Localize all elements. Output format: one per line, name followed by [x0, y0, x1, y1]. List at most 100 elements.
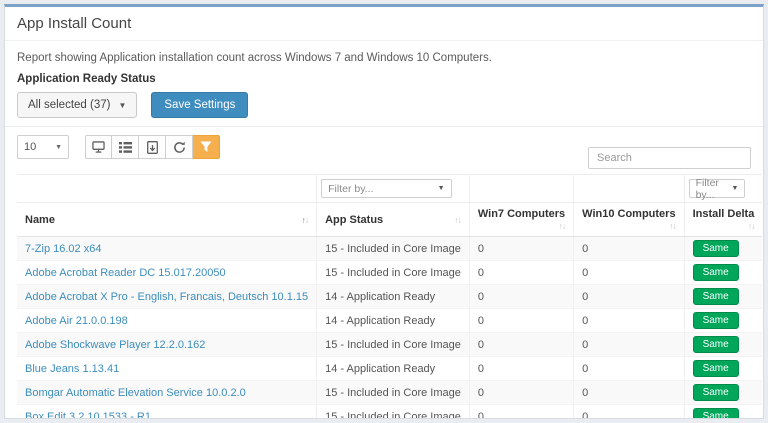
win10-count-cell: 0	[573, 356, 685, 381]
app-name-cell: 7-Zip 16.02 x64	[17, 236, 318, 261]
monitor-icon	[92, 141, 105, 153]
win7-count-cell: 0	[469, 308, 575, 333]
header-row: Name ↑↓ App Status ↑↓ Win7 Computers ↑↓ …	[17, 202, 763, 237]
filter-placeholder: Filter by...	[328, 182, 374, 195]
app-name-link[interactable]: Adobe Air 21.0.0.198	[25, 315, 128, 327]
column-header-install-delta[interactable]: Install Delta ↑↓	[684, 202, 763, 237]
apps-table: Filter by... ▼ Filter by... ▼ Name ↑↓ Ap…	[17, 174, 763, 419]
app-status-cell: 14 - Application Ready	[316, 308, 470, 333]
install-delta-cell: Same	[684, 333, 762, 357]
refresh-icon	[173, 141, 186, 154]
app-name-cell: Box Edit 3.2.10.1533 - R1	[17, 404, 318, 419]
install-delta-badge: Same	[692, 360, 739, 377]
install-delta-cell: Same	[684, 237, 762, 261]
chevron-down-icon: ▼	[437, 185, 445, 192]
app-name-link[interactable]: Blue Jeans 1.13.41	[25, 363, 119, 375]
win10-count-cell: 0	[573, 236, 685, 261]
report-panel: App Install Count Report showing Applica…	[4, 4, 764, 419]
app-status-cell: 14 - Application Ready	[316, 284, 470, 309]
install-delta-badge: Same	[692, 288, 739, 305]
app-name-link[interactable]: 7-Zip 16.02 x64	[25, 243, 101, 255]
filter-row: Filter by... ▼ Filter by... ▼	[17, 174, 763, 203]
page-size-select[interactable]: 10 ▼	[17, 135, 69, 159]
column-header-win10[interactable]: Win10 Computers ↑↓	[573, 202, 685, 237]
install-delta-badge: Same	[692, 312, 739, 329]
column-header-app-status[interactable]: App Status ↑↓	[316, 202, 470, 237]
sort-icon: ↑↓	[301, 214, 309, 225]
filter-toggle-button[interactable]	[193, 135, 220, 159]
sort-icon: ↑↓	[454, 214, 461, 225]
ready-status-label: Application Ready Status	[17, 73, 156, 85]
app-name-cell: Blue Jeans 1.13.41	[17, 356, 318, 381]
display-view-button[interactable]	[85, 135, 112, 159]
app-name-link[interactable]: Adobe Acrobat Reader DC 15.017.20050	[25, 267, 226, 279]
refresh-button[interactable]	[166, 135, 193, 159]
win7-filter-cell	[469, 174, 575, 203]
app-name-cell: Adobe Air 21.0.0.198	[17, 308, 318, 333]
win10-count-cell: 0	[573, 284, 685, 309]
win7-count-cell: 0	[469, 356, 575, 381]
install-delta-cell: Same	[684, 357, 762, 381]
table-row: Bomgar Automatic Elevation Service 10.0.…	[17, 380, 763, 405]
win10-count-cell: 0	[573, 404, 685, 418]
chevron-down-icon: ▼	[731, 185, 739, 192]
app-status-filter-select[interactable]: Filter by... ▼	[321, 179, 452, 198]
table-row: Adobe Shockwave Player 12.2.0.162 15 - In…	[17, 332, 763, 357]
page-title: App Install Count	[5, 7, 763, 41]
win10-count-cell: 0	[573, 380, 685, 405]
search-input[interactable]	[588, 147, 751, 169]
install-delta-badge: Same	[692, 384, 739, 401]
app-name-link[interactable]: Adobe Shockwave Player 12.2.0.162	[25, 339, 205, 351]
column-header-win7[interactable]: Win7 Computers ↑↓	[469, 202, 575, 237]
install-delta-cell: Same	[684, 285, 762, 309]
column-visibility-button[interactable]	[112, 135, 139, 159]
app-status-cell: 15 - Included in Core Image	[316, 332, 470, 357]
app-status-cell: 15 - Included in Core Image	[316, 380, 470, 405]
name-filter-cell	[17, 174, 318, 203]
table-tools-group	[85, 135, 220, 159]
save-settings-button[interactable]: Save Settings	[151, 92, 249, 118]
app-name-cell: Adobe Shockwave Player 12.2.0.162	[17, 332, 318, 357]
win10-count-cell: 0	[573, 308, 685, 333]
install-delta-badge: Same	[692, 408, 739, 418]
filter-placeholder: Filter by...	[695, 176, 719, 201]
win7-count-cell: 0	[469, 260, 575, 285]
chevron-down-icon: ▼	[118, 100, 127, 110]
section-divider	[5, 126, 763, 127]
app-name-cell: Bomgar Automatic Elevation Service 10.0.…	[17, 380, 318, 405]
ready-status-dropdown[interactable]: All selected (37) ▼	[17, 92, 138, 118]
app-status-cell: 15 - Included in Core Image	[316, 260, 470, 285]
app-name-link[interactable]: Box Edit 3.2.10.1533 - R1	[25, 411, 151, 419]
app-name-link[interactable]: Bomgar Automatic Elevation Service 10.0.…	[25, 387, 246, 399]
win10-filter-cell	[573, 174, 685, 203]
sort-icon: ↑↓	[669, 221, 676, 231]
sort-icon: ↑↓	[558, 221, 566, 231]
filter-icon	[200, 141, 212, 153]
ready-status-value: All selected (37)	[28, 99, 111, 111]
file-export-icon	[146, 140, 158, 154]
report-description: Report showing Application installation …	[17, 52, 492, 64]
app-name-link[interactable]: Adobe Acrobat X Pro - English, Francais,…	[25, 291, 308, 303]
app-status-cell: 15 - Included in Core Image	[316, 236, 470, 261]
install-delta-cell: Same	[684, 381, 762, 405]
install-delta-cell: Same	[684, 261, 762, 285]
install-delta-cell: Same	[684, 405, 762, 418]
win7-count-cell: 0	[469, 404, 575, 418]
install-delta-badge: Same	[692, 240, 739, 257]
win7-count-cell: 0	[469, 284, 575, 309]
win7-count-cell: 0	[469, 332, 575, 357]
column-header-name[interactable]: Name ↑↓	[17, 202, 318, 237]
app-status-cell: 15 - Included in Core Image	[316, 404, 470, 418]
app-status-cell: 14 - Application Ready	[316, 356, 470, 381]
export-button[interactable]	[139, 135, 166, 159]
install-delta-filter-select[interactable]: Filter by... ▼	[688, 176, 746, 201]
install-delta-badge: Same	[692, 264, 739, 281]
install-delta-cell: Same	[684, 309, 762, 333]
app-name-cell: Adobe Acrobat Reader DC 15.017.20050	[17, 260, 318, 285]
app-name-cell: Adobe Acrobat X Pro - English, Francais,…	[17, 284, 318, 309]
win7-count-cell: 0	[469, 380, 575, 405]
win7-count-cell: 0	[469, 236, 575, 261]
table-row: Adobe Air 21.0.0.198 14 - Application Rea…	[17, 308, 763, 333]
table-row: Box Edit 3.2.10.1533 - R1 15 - Included i…	[17, 404, 762, 419]
win10-count-cell: 0	[573, 260, 685, 285]
